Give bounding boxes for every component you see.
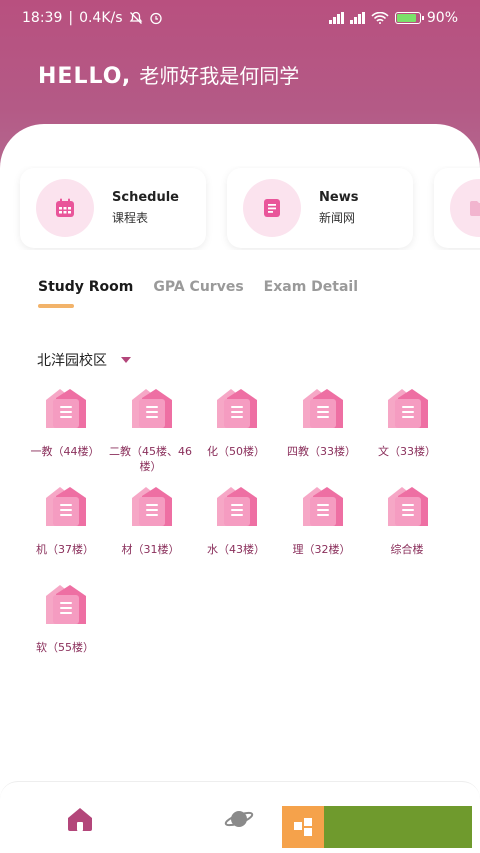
signal-icon-2 bbox=[349, 12, 365, 24]
building-label: 机（37楼） bbox=[36, 543, 94, 556]
building-item[interactable]: 综合楼 bbox=[364, 484, 450, 557]
signal-icon-1 bbox=[328, 12, 344, 24]
news-card[interactable]: News 新闻网 bbox=[227, 168, 413, 248]
status-divider: | bbox=[68, 10, 74, 26]
tab-gpa-curves[interactable]: GPA Curves bbox=[153, 279, 243, 295]
home-icon[interactable] bbox=[66, 806, 94, 832]
building-label: 化（50楼） bbox=[207, 445, 265, 458]
building-item[interactable]: 材（31楼） bbox=[108, 484, 194, 557]
third-card[interactable] bbox=[434, 168, 480, 248]
building-item[interactable]: 化（50楼） bbox=[193, 386, 279, 459]
folder-icon bbox=[450, 179, 480, 237]
puzzle-icon bbox=[282, 806, 324, 848]
mute-bell-icon bbox=[129, 11, 142, 24]
building-item[interactable]: 文（33楼） bbox=[364, 386, 450, 459]
building-label: 理（32楼） bbox=[292, 543, 351, 556]
building-icon bbox=[131, 389, 172, 428]
caret-down-icon bbox=[121, 357, 131, 363]
planet-icon[interactable] bbox=[224, 806, 254, 832]
building-label: 软（55楼） bbox=[36, 641, 94, 654]
document-icon bbox=[243, 179, 301, 237]
building-icon bbox=[388, 487, 428, 526]
schedule-card[interactable]: Schedule 课程表 bbox=[20, 168, 206, 248]
battery-level: 90% bbox=[426, 10, 458, 26]
quick-cards-row: Schedule 课程表 News 新闻网 bbox=[0, 166, 480, 250]
building-icon bbox=[302, 487, 343, 526]
calendar-icon bbox=[36, 179, 94, 237]
building-item[interactable]: 机（37楼） bbox=[22, 484, 108, 557]
status-time: 18:39 bbox=[22, 10, 63, 26]
greeting: HELLO, 老师好我是何同学 bbox=[38, 60, 299, 89]
building-icon bbox=[131, 487, 172, 526]
building-icon bbox=[302, 389, 343, 428]
tab-active-indicator bbox=[38, 304, 74, 308]
building-label: 二教（45楼、46楼） bbox=[109, 445, 192, 473]
tab-bar: Study Room GPA Curves Exam Detail bbox=[38, 279, 358, 295]
building-item[interactable]: 理（32楼） bbox=[279, 484, 365, 557]
wifi-icon bbox=[371, 12, 389, 24]
building-item[interactable]: 软（55楼） bbox=[22, 582, 108, 655]
schedule-card-title: Schedule bbox=[112, 190, 179, 205]
building-label: 材（31楼） bbox=[121, 543, 180, 556]
alarm-icon bbox=[149, 12, 162, 25]
schedule-card-subtitle: 课程表 bbox=[112, 211, 149, 225]
watermark-overlay bbox=[282, 806, 472, 848]
campus-selector[interactable]: 北洋园校区 bbox=[37, 350, 131, 370]
news-card-subtitle: 新闻网 bbox=[319, 211, 356, 225]
building-item[interactable]: 四教（33楼） bbox=[279, 386, 365, 459]
building-icon bbox=[46, 389, 86, 428]
campus-label: 北洋园校区 bbox=[37, 353, 107, 369]
building-label: 综合楼 bbox=[390, 543, 424, 556]
building-label: 水（43楼） bbox=[207, 543, 265, 556]
battery-icon bbox=[394, 12, 424, 24]
building-label: 一教（44楼） bbox=[30, 445, 100, 458]
building-icon bbox=[217, 389, 257, 428]
building-item[interactable]: 一教（44楼） bbox=[22, 386, 108, 459]
building-label: 四教（33楼） bbox=[287, 445, 356, 458]
building-icon bbox=[46, 487, 86, 526]
building-label: 文（33楼） bbox=[378, 445, 436, 458]
tab-study-room[interactable]: Study Room bbox=[38, 279, 133, 295]
building-icon bbox=[217, 487, 257, 526]
building-icon bbox=[388, 389, 428, 428]
status-bar: 18:39 | 0.4K/s 90% bbox=[0, 0, 480, 36]
status-speed: 0.4K/s bbox=[79, 10, 123, 26]
building-icon bbox=[46, 585, 86, 624]
building-item[interactable]: 二教（45楼、46楼） bbox=[108, 386, 194, 474]
greeting-hello: HELLO, bbox=[38, 64, 132, 89]
greeting-name: 老师好我是何同学 bbox=[139, 64, 300, 88]
news-card-title: News bbox=[319, 190, 359, 205]
tab-exam-detail[interactable]: Exam Detail bbox=[264, 279, 358, 295]
building-item[interactable]: 水（43楼） bbox=[193, 484, 279, 557]
